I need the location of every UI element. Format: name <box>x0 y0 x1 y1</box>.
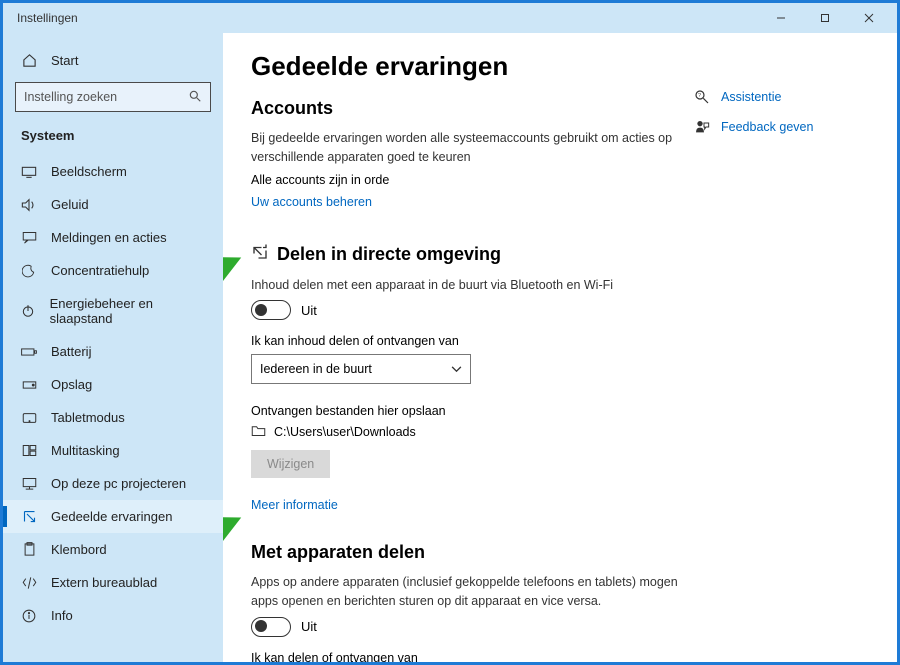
help-label: Assistentie <box>721 90 781 104</box>
sidebar-item-label: Op deze pc projecteren <box>51 476 186 491</box>
nearby-from-label: Ik kan inhoud delen of ontvangen van <box>251 334 693 348</box>
across-toggle[interactable] <box>251 617 291 637</box>
minimize-button[interactable] <box>759 4 803 32</box>
tablet-icon <box>21 412 37 424</box>
sidebar-item-power[interactable]: Energiebeheer en slaapstand <box>3 287 223 335</box>
sidebar-item-label: Concentratiehulp <box>51 263 149 278</box>
notifications-icon <box>21 231 37 244</box>
sidebar-group-title: Systeem <box>3 128 223 155</box>
sidebar-item-storage[interactable]: Opslag <box>3 368 223 401</box>
nearby-desc: Inhoud delen met een apparaat in de buur… <box>251 276 693 295</box>
across-heading: Met apparaten delen <box>251 542 693 563</box>
search-icon <box>188 89 202 106</box>
feedback-link[interactable]: Feedback geven <box>693 119 873 135</box>
more-info-link[interactable]: Meer informatie <box>251 498 338 512</box>
nearby-toggle-state: Uit <box>301 303 317 318</box>
home-label: Start <box>51 53 78 68</box>
nearby-from-value: Iedereen in de buurt <box>260 362 372 376</box>
feedback-icon <box>693 119 711 135</box>
sidebar-item-label: Meldingen en acties <box>51 230 167 245</box>
window-title: Instellingen <box>17 11 78 25</box>
sound-icon <box>21 198 37 212</box>
clipboard-icon <box>21 542 37 557</box>
sidebar-item-label: Klembord <box>51 542 107 557</box>
sidebar-item-notifications[interactable]: Meldingen en acties <box>3 221 223 254</box>
annotation-arrow <box>223 513 248 553</box>
annotation-arrow <box>223 253 248 293</box>
info-icon <box>21 609 37 623</box>
save-path: C:\Users\user\Downloads <box>274 425 416 439</box>
accounts-heading: Accounts <box>251 98 693 119</box>
sidebar-item-label: Geluid <box>51 197 89 212</box>
folder-icon <box>251 424 266 440</box>
multitask-icon <box>21 444 37 457</box>
remote-icon <box>21 576 37 590</box>
nearby-share-icon <box>251 243 269 266</box>
sidebar-item-label: Beeldscherm <box>51 164 127 179</box>
save-location-label: Ontvangen bestanden hier opslaan <box>251 404 693 418</box>
sidebar-item-about[interactable]: Info <box>3 599 223 632</box>
sidebar-item-tablet[interactable]: Tabletmodus <box>3 401 223 434</box>
sidebar-item-label: Multitasking <box>51 443 120 458</box>
help-link[interactable]: ? Assistentie <box>693 89 873 105</box>
help-icon: ? <box>693 89 711 105</box>
nearby-toggle[interactable] <box>251 300 291 320</box>
power-icon <box>21 304 36 318</box>
nearby-from-dropdown[interactable]: Iedereen in de buurt <box>251 354 471 384</box>
sidebar-item-label: Batterij <box>51 344 91 359</box>
sidebar-item-label: Info <box>51 608 73 623</box>
across-from-label: Ik kan delen of ontvangen van <box>251 651 693 662</box>
nearby-heading: Delen in directe omgeving <box>251 243 693 266</box>
sidebar-item-remote[interactable]: Extern bureaublad <box>3 566 223 599</box>
chevron-down-icon <box>451 362 462 376</box>
accounts-desc: Bij gedeelde ervaringen worden alle syst… <box>251 129 693 167</box>
sidebar-item-battery[interactable]: Batterij <box>3 335 223 368</box>
page-title: Gedeelde ervaringen <box>251 51 693 82</box>
sidebar-item-label: Opslag <box>51 377 92 392</box>
battery-icon <box>21 347 37 357</box>
search-input[interactable] <box>24 90 188 104</box>
close-button[interactable] <box>847 4 891 32</box>
change-folder-button[interactable]: Wijzigen <box>251 450 330 478</box>
sidebar-item-label: Extern bureaublad <box>51 575 157 590</box>
project-icon <box>21 477 37 490</box>
home-button[interactable]: Start <box>3 47 223 82</box>
display-icon <box>21 166 37 178</box>
sidebar-item-label: Energiebeheer en slaapstand <box>50 296 205 326</box>
search-input-wrapper[interactable] <box>15 82 211 112</box>
svg-text:?: ? <box>698 93 701 99</box>
sidebar-item-clipboard[interactable]: Klembord <box>3 533 223 566</box>
feedback-label: Feedback geven <box>721 120 813 134</box>
accounts-status: Alle accounts zijn in orde <box>251 173 693 187</box>
maximize-button[interactable] <box>803 4 847 32</box>
focus-icon <box>21 264 37 278</box>
sidebar-item-display[interactable]: Beeldscherm <box>3 155 223 188</box>
sidebar-item-label: Tabletmodus <box>51 410 125 425</box>
sidebar-item-multitask[interactable]: Multitasking <box>3 434 223 467</box>
sidebar-item-label: Gedeelde ervaringen <box>51 509 172 524</box>
sidebar-item-focus[interactable]: Concentratiehulp <box>3 254 223 287</box>
shared-icon <box>21 509 37 524</box>
sidebar-item-shared[interactable]: Gedeelde ervaringen <box>3 500 223 533</box>
sidebar-item-project[interactable]: Op deze pc projecteren <box>3 467 223 500</box>
across-desc: Apps op andere apparaten (inclusief geko… <box>251 573 693 611</box>
home-icon <box>21 53 37 68</box>
sidebar-item-sound[interactable]: Geluid <box>3 188 223 221</box>
storage-icon <box>21 379 37 391</box>
across-toggle-state: Uit <box>301 619 317 634</box>
manage-accounts-link[interactable]: Uw accounts beheren <box>251 195 372 209</box>
